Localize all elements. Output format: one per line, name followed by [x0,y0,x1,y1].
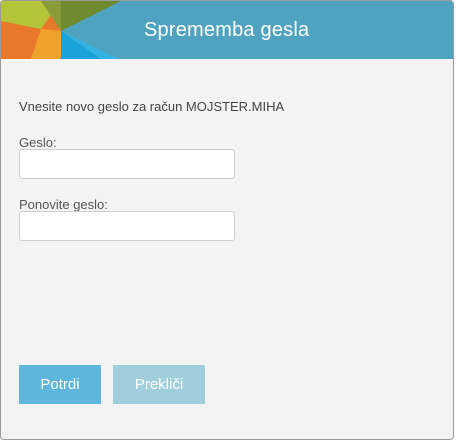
password-field[interactable] [19,149,235,179]
dialog-header: Sprememba gesla [1,1,453,59]
brand-logo-icon [1,1,121,59]
password-change-dialog: Sprememba gesla Vnesite novo geslo za ra… [0,0,454,440]
dialog-title: Sprememba gesla [144,19,310,41]
password-label: Geslo: [19,135,57,150]
repeat-password-field[interactable] [19,211,235,241]
cancel-button[interactable]: Prekliči [113,365,205,404]
repeat-password-label: Ponovite geslo: [19,197,108,212]
instruction-text: Vnesite novo geslo za račun MOJSTER.MIHA [19,99,285,114]
confirm-button[interactable]: Potrdi [19,365,101,404]
